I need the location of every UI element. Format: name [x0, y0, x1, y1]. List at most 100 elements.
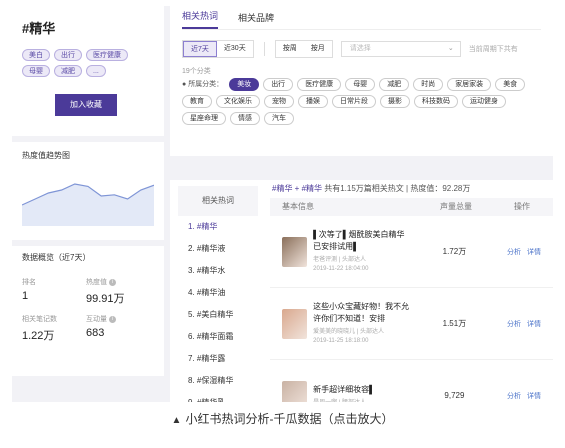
period-option[interactable]: 按月: [304, 41, 332, 57]
col-basic-info: 基本信息: [282, 202, 314, 211]
detail-link[interactable]: 详情: [527, 391, 541, 401]
metric-value: 99.91万: [86, 293, 125, 305]
category-chip[interactable]: 汽车: [264, 112, 294, 125]
keyword-title: #精华: [22, 21, 56, 36]
category-chip[interactable]: 日常片段: [332, 95, 376, 108]
related-word-item[interactable]: 1. #精华: [170, 216, 266, 238]
note-volume: 9,729: [444, 391, 465, 400]
info-icon[interactable]: i: [108, 315, 116, 323]
keyword-tag[interactable]: 减肥: [54, 65, 82, 77]
table-row: ▌次等了▌烟酰胺美白精华已安排试用▌ 老爸评测 | 头部达人 2019-11-22 …: [270, 216, 553, 288]
metric-label-text: 排名: [22, 279, 36, 286]
overview-card: 数据概览（近7天） 排名 1 热度值 i 99.91万 相关笔记数 1.22万 互动量 i6…: [12, 246, 164, 376]
related-word-item[interactable]: 4. #精华油: [170, 282, 266, 304]
category-chip[interactable]: 医疗健康: [297, 78, 342, 91]
category-chip[interactable]: 时尚: [413, 78, 444, 91]
analysis-link[interactable]: 分析: [507, 391, 521, 401]
range-option[interactable]: 近7天: [183, 41, 217, 57]
category-chip[interactable]: 宠物: [264, 95, 294, 108]
notes-table-area: #精华 + #精华 共有1.15万篇相关热文 | 热度值：92.28万 基本信息…: [270, 180, 553, 402]
category-chip[interactable]: 母婴: [345, 78, 376, 91]
keyword-card: #精华 美白 出行 医疗健康母婴 减肥... 加入收藏: [12, 6, 164, 136]
category-chip[interactable]: 美食: [495, 78, 526, 91]
left-panel: #精华 美白 出行 医疗健康 母婴 减肥... 加入收藏 热度值趋势图 数据概览（近7天…: [12, 6, 164, 402]
related-word-item[interactable]: 3. #精华水: [170, 260, 266, 282]
category-chip[interactable]: 摄影: [380, 95, 410, 108]
category-chip[interactable]: 播娱: [298, 95, 328, 108]
chevron-down-icon: ⌄: [447, 45, 454, 52]
image-caption: ▲ 小红书热词分析-千瓜数据（点击放大）: [0, 410, 565, 427]
metric: 排名 1: [22, 277, 86, 306]
related-word-item[interactable]: 8. #保湿精华: [170, 370, 266, 392]
keyword-tag[interactable]: 医疗健康: [86, 49, 128, 61]
category-chip[interactable]: 家居家装: [447, 78, 492, 91]
info-icon[interactable]: i: [108, 278, 116, 286]
related-word-item[interactable]: 2. #精华液: [170, 238, 266, 260]
table-body: ▌次等了▌烟酰胺美白精华已安排试用▌ 老爸评测 | 头部达人 2019-11-22 …: [270, 216, 553, 402]
select-placeholder: 请选择: [349, 45, 371, 52]
metric: 热度值 i 99.91万: [86, 277, 150, 306]
note-thumbnail[interactable]: [282, 308, 308, 339]
note-thumbnail[interactable]: [282, 236, 308, 267]
category-chip[interactable]: 星座命理: [182, 112, 226, 125]
note-date: 2019-11-25 18:18:00: [313, 338, 369, 344]
metrics-grid: 排名 1 热度值 i 99.91万 相关笔记数 1.22万 互动量 i 683: [22, 277, 154, 343]
table-header: 基本信息 声量总量 操作: [270, 198, 553, 216]
tab-related-words[interactable]: 相关热词: [182, 9, 219, 29]
tab-bar: 相关热词 相关品牌: [182, 6, 541, 30]
note-title[interactable]: ▌次等了▌烟酰胺美白精华已安排试用▌: [313, 229, 410, 253]
category-chip[interactable]: 文化娱乐: [216, 95, 260, 108]
note-volume: 1.72万: [442, 247, 467, 256]
summary-text: 共有1.15万篇相关热文 | 热度值：92.28万: [322, 184, 471, 193]
period-toggle: 按周 按月: [274, 40, 333, 58]
period-select[interactable]: 请选择 ⌄: [340, 41, 461, 57]
detail-link[interactable]: 详情: [527, 247, 541, 257]
related-word-item[interactable]: 9. #精华乳: [170, 392, 266, 402]
keyword-tag[interactable]: ...: [86, 65, 106, 77]
detail-link[interactable]: 详情: [527, 319, 541, 329]
select-hint: 当前周期下共有: [468, 46, 518, 53]
category-chip[interactable]: 减肥: [379, 78, 410, 91]
category-chip[interactable]: 教育: [182, 95, 212, 108]
row-actions: 分析 详情: [495, 391, 553, 401]
app-window: #精华 美白 出行 医疗健康 母婴 减肥... 加入收藏 热度值趋势图 数据概览（近7天…: [12, 6, 553, 402]
related-word-item[interactable]: 7. #精华露: [170, 348, 266, 370]
overview-title: 数据概览（近7天）: [22, 253, 91, 262]
period-option[interactable]: 按周: [276, 41, 304, 57]
note-meta: 老爸评测 | 头部达人 2019-11-22 18:04:00: [313, 256, 410, 274]
trend-chart: [22, 183, 154, 226]
metric: 互动量 i 683: [86, 314, 150, 343]
add-favorite-button[interactable]: 加入收藏: [55, 94, 117, 116]
keyword-tag[interactable]: 母婴: [22, 65, 50, 77]
metric: 相关笔记数 1.22万: [22, 314, 86, 343]
category-chip[interactable]: 情感: [230, 112, 260, 125]
note-title[interactable]: 这些小众宝藏好物！我不允许你们不知道！安排: [313, 301, 410, 325]
keyword-tags: 美白 出行 医疗健康母婴 减肥...: [22, 49, 132, 77]
category-label: ● 所属分类：: [182, 81, 224, 88]
related-words-header: 相关热词: [178, 186, 258, 216]
category-filter: ● 所属分类： 美妆 出行 医疗健康 母婴 减肥 时尚 家居家装 美食教育 文化娱乐 宠物 播娱 日常…: [182, 78, 547, 125]
note-meta: 爱美美的晓晓儿 | 头部达人 2019-11-25 18:18:00: [313, 328, 410, 346]
note-info: 新手超详细妆容▌ 是周一啊 | 腰部达人: [313, 384, 410, 403]
range-option[interactable]: 近30天: [217, 41, 253, 57]
note-title[interactable]: 新手超详细妆容▌: [313, 384, 410, 396]
category-chip[interactable]: 美妆: [229, 78, 260, 91]
filter-panel: 相关热词 相关品牌 近7天 近30天 按周 按月 请选择 ⌄ 当前周期下共有 19个分…: [170, 6, 553, 156]
keyword-tag[interactable]: 美白: [22, 49, 50, 61]
analysis-link[interactable]: 分析: [507, 319, 521, 329]
category-chip[interactable]: 科技数码: [414, 95, 458, 108]
tab-related-brands[interactable]: 相关品牌: [238, 11, 274, 29]
metric-value: 683: [86, 327, 105, 339]
note-thumbnail[interactable]: [282, 380, 308, 402]
category-count: 19个分类: [182, 68, 211, 75]
related-word-item[interactable]: 5. #美白精华: [170, 304, 266, 326]
note-author: 老爸评测 | 头部达人: [313, 257, 367, 263]
keyword-tag[interactable]: 出行: [54, 49, 82, 61]
filter-row: 近7天 近30天 按周 按月 请选择 ⌄ 当前周期下共有: [182, 40, 541, 58]
category-chip[interactable]: 运动健身: [462, 95, 506, 108]
analysis-link[interactable]: 分析: [507, 247, 521, 257]
category-chip[interactable]: 出行: [263, 78, 294, 91]
category-label-text: 所属分类：: [188, 81, 224, 88]
note-author: 爱美美的晓晓儿 | 头部达人: [313, 329, 385, 335]
related-word-item[interactable]: 6. #精华面霜: [170, 326, 266, 348]
